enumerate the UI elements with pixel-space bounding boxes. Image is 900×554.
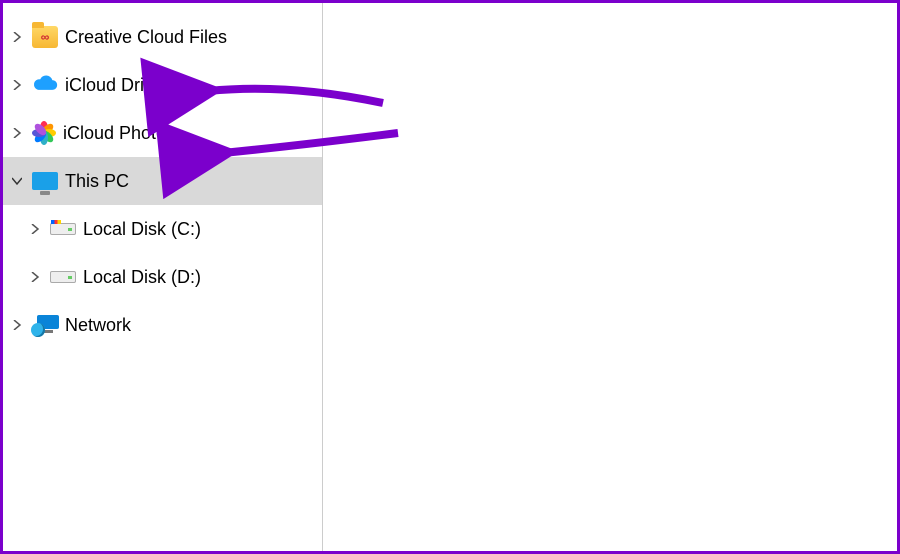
nav-item-icloud-drive[interactable]: iCloud Drive xyxy=(3,61,322,109)
nav-item-label: Local Disk (C:) xyxy=(83,219,201,240)
nav-item-local-disk-c[interactable]: Local Disk (C:) xyxy=(3,205,322,253)
chevron-right-icon[interactable] xyxy=(9,77,25,93)
this-pc-icon xyxy=(31,167,59,195)
creative-cloud-folder-icon: ∞ xyxy=(31,23,59,51)
chevron-right-icon[interactable] xyxy=(9,317,25,333)
nav-item-label: Creative Cloud Files xyxy=(65,27,227,48)
network-icon xyxy=(31,311,59,339)
nav-item-icloud-photos[interactable]: iCloud Photos xyxy=(3,109,322,157)
local-disk-icon xyxy=(49,215,77,243)
chevron-right-icon[interactable] xyxy=(27,221,43,237)
nav-item-label: iCloud Photos xyxy=(63,123,175,144)
local-disk-icon xyxy=(49,263,77,291)
chevron-right-icon[interactable] xyxy=(27,269,43,285)
chevron-right-icon[interactable] xyxy=(9,125,25,141)
chevron-down-icon[interactable] xyxy=(9,173,25,189)
nav-item-label: Network xyxy=(65,315,131,336)
nav-item-label: iCloud Drive xyxy=(65,75,163,96)
icloud-drive-icon xyxy=(31,71,59,99)
nav-item-local-disk-d[interactable]: Local Disk (D:) xyxy=(3,253,322,301)
nav-item-label: Local Disk (D:) xyxy=(83,267,201,288)
nav-item-label: This PC xyxy=(65,171,129,192)
nav-item-network[interactable]: Network xyxy=(3,301,322,349)
chevron-right-icon[interactable] xyxy=(9,29,25,45)
explorer-navigation-pane: ∞ Creative Cloud Files iCloud Drive iClo… xyxy=(3,3,323,551)
nav-item-this-pc[interactable]: This PC xyxy=(3,157,322,205)
icloud-photos-icon xyxy=(31,120,57,146)
nav-item-creative-cloud-files[interactable]: ∞ Creative Cloud Files xyxy=(3,13,322,61)
